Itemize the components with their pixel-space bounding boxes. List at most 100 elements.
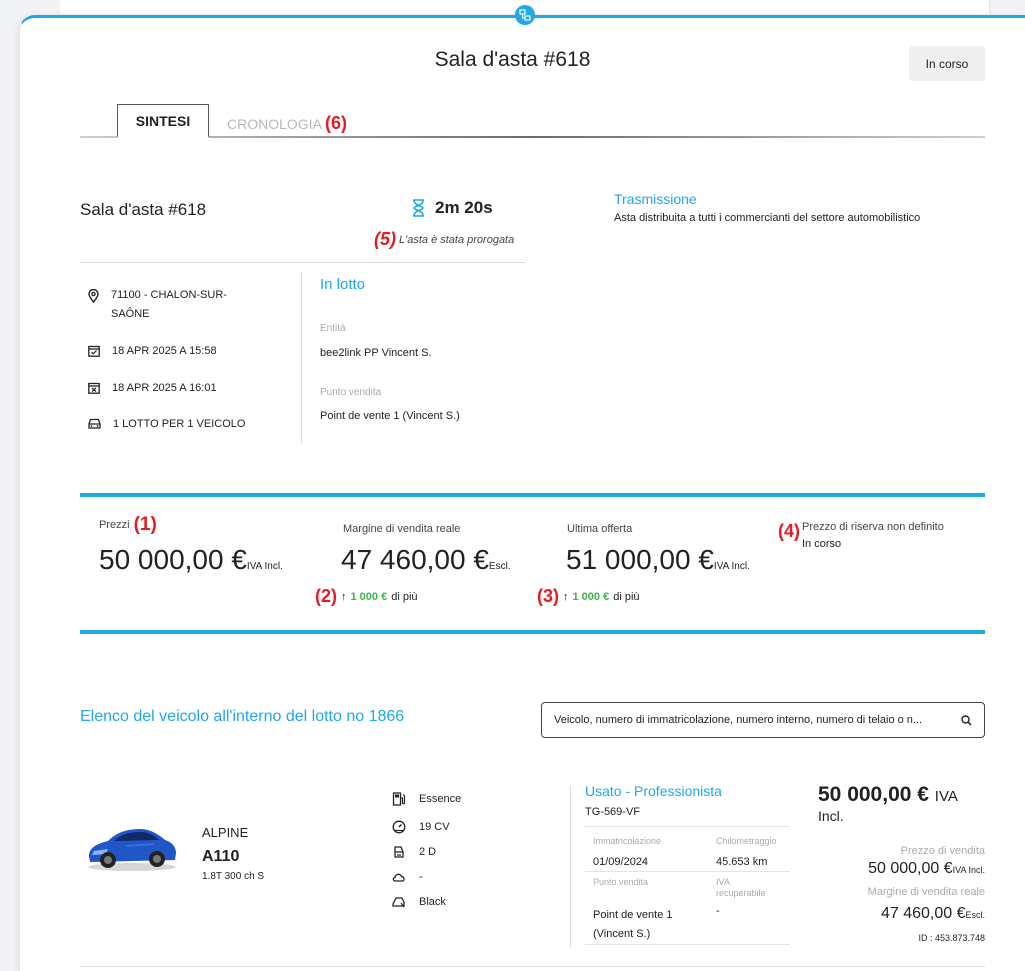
page-title: Sala d'asta #618 [434, 48, 591, 71]
extension-note-text: L'asta è stata prorogata [399, 233, 515, 246]
sale-price-label: Prezzo di vendita [900, 845, 985, 857]
mileage-cell: Chilometraggio 45.653 km [716, 836, 777, 868]
vehicle-thumbnail[interactable] [86, 818, 178, 872]
pos-value-line1: Point de vente 1 [593, 909, 673, 921]
vehicle-plate: TG-569-VF [585, 806, 641, 818]
margin-delta-value: 1 000 € [350, 590, 388, 603]
pos-label: Punto vendita [593, 877, 649, 887]
marker-2: (2) [315, 586, 337, 606]
location-row: 71100 - CHALON-SUR- SAÔNE [88, 286, 227, 324]
reserve-label: Prezzo di riserva non definito [802, 521, 944, 533]
location-text: 71100 - CHALON-SUR- SAÔNE [111, 286, 227, 324]
vehicle-list-title: Elenco del veicolo all'interno del lotto… [80, 708, 405, 725]
registration-cell: Immatricolazione 01/09/2024 [593, 836, 661, 868]
room-name: Sala d'asta #618 [80, 200, 207, 219]
body-value: - [419, 871, 423, 883]
divider [80, 262, 525, 263]
offer-amount: 51 000,00 € [566, 544, 714, 575]
offer-delta-suffix: di più [613, 590, 640, 603]
marker-5: (5) [374, 229, 396, 249]
offer-label: Ultima offerta [567, 523, 633, 535]
vat-label-line1: IVA [716, 877, 730, 887]
mileage-label: Chilometraggio [716, 836, 777, 846]
sale-price-suffix: IVA Incl. [952, 865, 985, 875]
lot-summary: 1 LOTTO PER 1 VEICOLO [113, 418, 246, 430]
price-label-row: Prezzi (1) [99, 514, 157, 536]
countdown-timer: 2m 20s [412, 198, 493, 218]
vehicle-search[interactable] [541, 702, 985, 738]
price-label: Prezzi [99, 519, 130, 531]
tab-underline [80, 136, 985, 138]
marker-6: (6) [325, 113, 348, 133]
spec-body: - [392, 870, 423, 884]
sale-price-amount: 50 000,00 € [868, 860, 953, 877]
link-icon[interactable] [515, 5, 535, 25]
prices-bottom-border [80, 630, 985, 634]
margin-delta-suffix: di più [391, 590, 418, 603]
tab-summary[interactable]: SINTESI [117, 104, 209, 138]
entity-label: Entità [320, 323, 346, 334]
pos-value-line2: (Vincent S.) [593, 928, 651, 940]
tab-history-label: CRONOLOGIA [227, 116, 322, 132]
reserve-block: (4) Prezzo di riserva non definito In co… [778, 521, 944, 550]
divider [585, 944, 790, 945]
margin-value: 47 460,00 €Escl. [341, 544, 511, 576]
reserve-status: In corso [802, 538, 842, 550]
vehicle-version: 1.8T 300 ch S [202, 871, 265, 882]
mileage-value: 45.653 km [716, 856, 768, 868]
location-pin-icon [88, 289, 99, 303]
tab-history[interactable]: CRONOLOGIA (6) [227, 113, 347, 134]
doors-value: 2 D [419, 846, 437, 858]
vehicle-category: Usato - Professionista [585, 783, 722, 799]
calendar-check-icon [88, 345, 100, 357]
margin-label: Margine di vendita reale [343, 523, 461, 535]
offer-delta: (3) ↑ 1 000 € di più [537, 586, 640, 607]
vat-value: - [716, 905, 720, 917]
fuel-value: Essence [419, 793, 462, 805]
car-icon [88, 418, 101, 429]
real-margin-amount: 47 460,00 € [880, 905, 966, 922]
marker-3: (3) [537, 586, 559, 606]
lot-summary-row: 1 LOTTO PER 1 VEICOLO [88, 415, 245, 434]
margin-amount: 47 460,00 € [341, 544, 489, 575]
offer-delta-value: 1 000 € [572, 590, 610, 603]
status-badge: In corso [909, 46, 985, 81]
hourglass-icon [413, 199, 424, 217]
arrow-up-icon: ↑ [563, 590, 569, 603]
point-of-sale-cell: Punto vendita Point de vente 1 (Vincent … [593, 877, 673, 944]
spec-power: 19 CV [392, 820, 450, 834]
offer-value: 51 000,00 €IVA Incl. [566, 544, 750, 576]
vehicle-id: ID : 453.873.748 [918, 933, 985, 943]
paint-icon [392, 897, 405, 908]
speedometer-icon [392, 820, 406, 834]
marker-4: (4) [778, 521, 800, 541]
start-date-row: 18 APR 2025 A 15:58 [88, 342, 217, 361]
location-line1: 71100 - CHALON-SUR- [111, 289, 227, 301]
cloud-icon [392, 873, 405, 882]
margin-delta: (2) ↑ 1 000 € di più [315, 586, 418, 607]
pos-value: Point de vente 1 (Vincent S.) [320, 410, 460, 422]
power-value: 19 CV [419, 821, 450, 833]
vehicle-price-incl: Incl. [818, 808, 844, 824]
prices-top-border [80, 493, 985, 497]
pos-label: Punto vendita [320, 387, 382, 398]
spec-color: Black [392, 895, 446, 909]
vehicle-price-big: 50 000,00 € IVA [818, 783, 958, 807]
search-input[interactable] [554, 714, 959, 726]
end-date: 18 APR 2025 A 16:01 [112, 382, 217, 394]
entity-value: bee2link PP Vincent S. [320, 347, 432, 359]
registration-value: 01/09/2024 [593, 856, 649, 868]
transmission-title: Trasmissione [614, 191, 697, 207]
vehicle-price-suffix: IVA [934, 788, 958, 805]
pos-value: Point de vente 1 (Vincent S.) [593, 906, 673, 944]
transmission-description: Asta distribuita a tutti i commercianti … [614, 212, 921, 224]
vehicle-make: ALPINE [202, 825, 249, 840]
divider [80, 966, 985, 967]
real-margin-value: 47 460,00 €Escl. [881, 905, 985, 923]
fuel-pump-icon [392, 792, 406, 806]
search-icon[interactable] [961, 714, 972, 726]
divider [585, 871, 790, 872]
arrow-up-icon: ↑ [341, 590, 347, 603]
divider-vertical [570, 786, 571, 948]
timer-value: 2m 20s [435, 198, 493, 217]
